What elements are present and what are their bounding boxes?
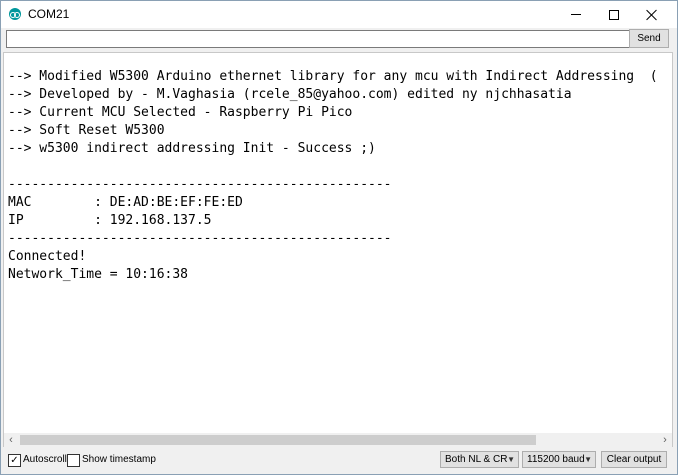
maximize-icon (609, 9, 619, 20)
line-ending-value: Both NL & CR (445, 454, 508, 465)
scroll-left-icon[interactable]: ‹ (4, 433, 18, 447)
minimize-button[interactable] (557, 1, 595, 28)
output-line: MAC : DE:AD:BE:EF:FE:ED (8, 195, 243, 210)
output-line: --> Developed by - M.Vaghasia (rcele_85@… (8, 87, 572, 102)
send-button[interactable]: Send (629, 29, 669, 48)
title-bar: COM21 (1, 1, 677, 28)
output-line: ----------------------------------------… (8, 231, 392, 246)
check-icon: ✓ (10, 455, 19, 466)
autoscroll-checkbox[interactable]: ✓ (8, 454, 21, 467)
output-line: Connected! (8, 249, 87, 264)
send-input[interactable] (6, 30, 630, 48)
show-timestamp-label[interactable]: Show timestamp (82, 454, 156, 466)
show-timestamp-checkbox[interactable] (67, 454, 80, 467)
horizontal-scrollbar[interactable]: ‹ › (3, 433, 673, 447)
serial-output[interactable]: --> Modified W5300 Arduino ethernet libr… (3, 52, 673, 436)
chevron-down-icon: ▼ (584, 455, 592, 464)
scroll-right-icon[interactable]: › (658, 433, 672, 447)
output-line: IP : 192.168.137.5 (8, 213, 212, 228)
autoscroll-label[interactable]: Autoscroll (23, 454, 67, 466)
output-line: --> Soft Reset W5300 (8, 123, 165, 138)
maximize-button[interactable] (595, 1, 633, 28)
output-line: --> w5300 indirect addressing Init - Suc… (8, 141, 376, 156)
output-line: ----------------------------------------… (8, 177, 392, 192)
minimize-icon (571, 14, 581, 15)
window-title: COM21 (28, 7, 70, 21)
output-line: Network_Time = 10:16:38 (8, 267, 189, 282)
baud-rate-value: 115200 baud (527, 454, 585, 465)
bottom-toolbar: ✓ Autoscroll Show timestamp Both NL & CR… (1, 448, 677, 474)
scrollbar-thumb[interactable] (20, 435, 536, 445)
serial-monitor-window: COM21 Send --> Modified W5300 Arduino et… (0, 0, 678, 475)
line-ending-select[interactable]: Both NL & CR ▼ (440, 451, 519, 468)
output-line: --> Modified W5300 Arduino ethernet libr… (8, 69, 658, 84)
output-line: --> Current MCU Selected - Raspberry Pi … (8, 105, 353, 120)
clear-output-button[interactable]: Clear output (601, 451, 667, 468)
baud-rate-select[interactable]: 115200 baud ▼ (522, 451, 596, 468)
close-button[interactable] (633, 1, 671, 28)
chevron-down-icon: ▼ (507, 455, 515, 464)
close-icon (646, 9, 658, 21)
arduino-icon (9, 8, 21, 20)
